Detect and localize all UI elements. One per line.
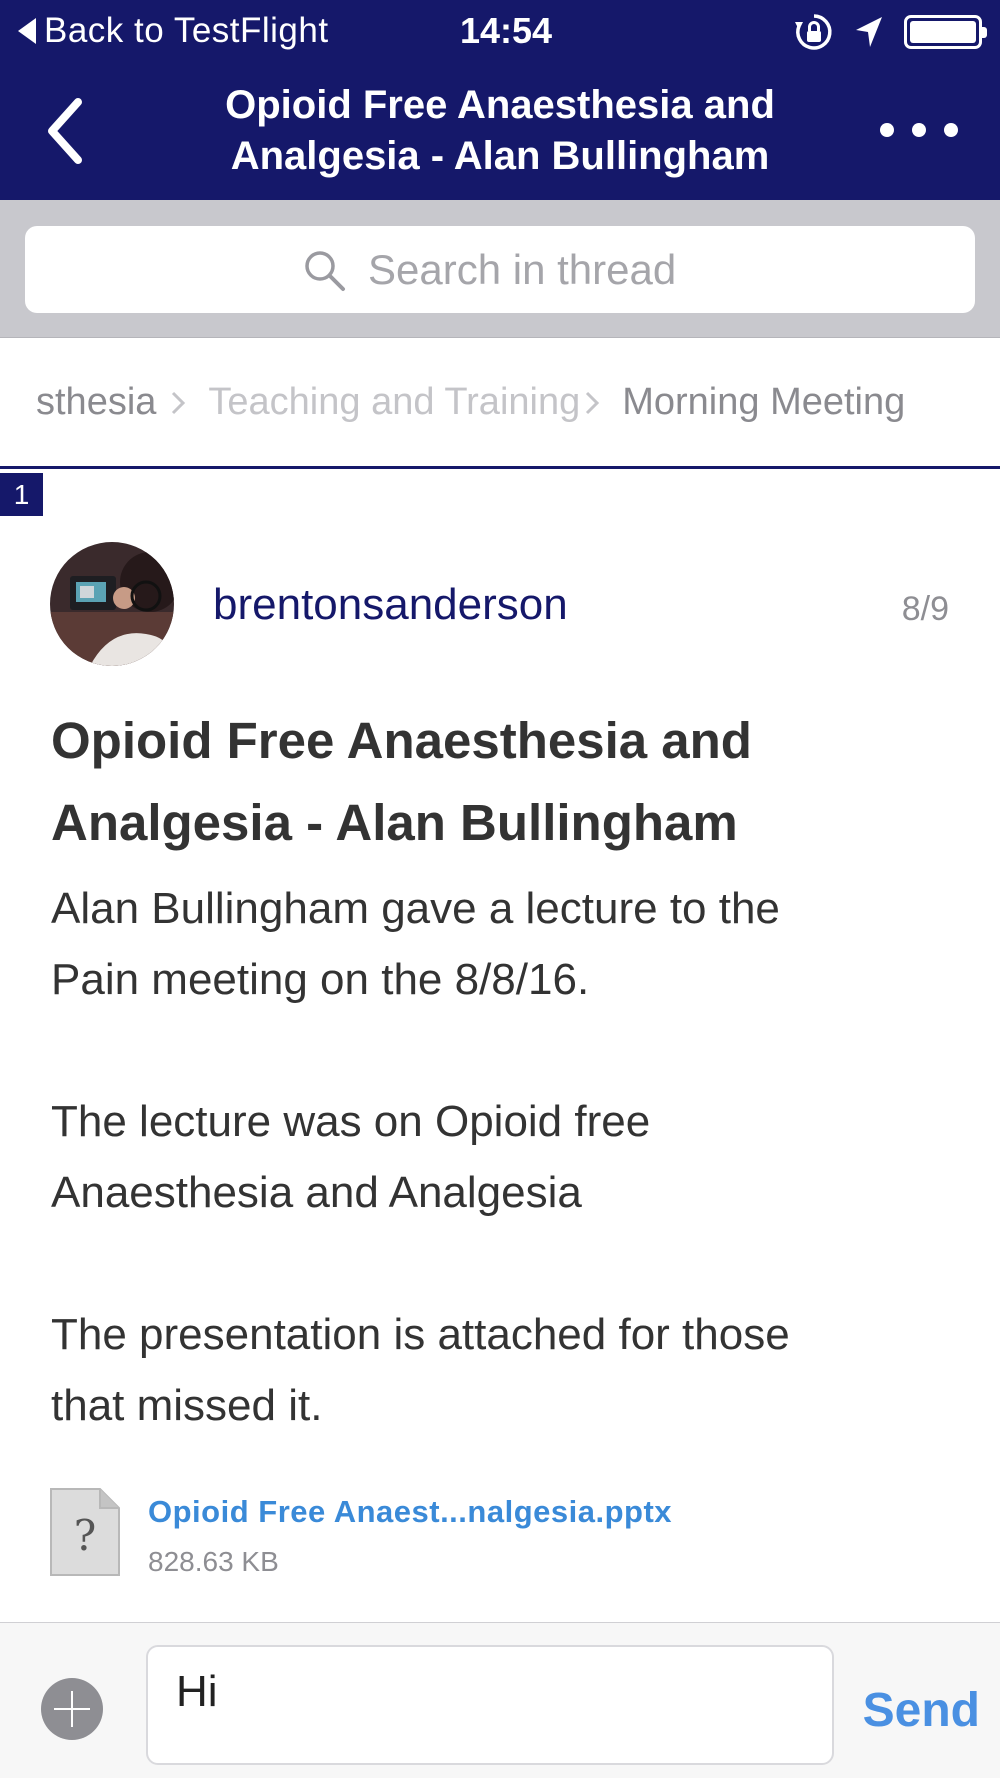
post-paragraph: The presentation is attached for those t… <box>51 1299 951 1441</box>
unknown-file-icon: ? <box>50 1488 120 1576</box>
post-body-line: The lecture was on Opioid free <box>51 1097 651 1146</box>
location-arrow-icon <box>856 17 882 47</box>
breadcrumb-items: sthesia Teaching and Training Morning Me… <box>36 381 905 424</box>
post-body-line: The presentation is attached for those <box>51 1310 790 1359</box>
chevron-right-icon <box>586 391 600 414</box>
post-body-line: that missed it. <box>51 1381 323 1430</box>
post-number-badge: 1 <box>0 473 43 516</box>
more-dots-icon[interactable] <box>878 110 960 150</box>
breadcrumb: sthesia Teaching and Training Morning Me… <box>0 339 1000 469</box>
post-title-line1: Opioid Free Anaesthesia and <box>51 712 752 769</box>
post-body-line: Alan Bullingham gave a lecture to the <box>51 884 780 933</box>
plus-circle-icon[interactable] <box>41 1678 103 1740</box>
chevron-right-icon <box>172 391 186 414</box>
post-username[interactable]: brentonsanderson <box>213 580 568 630</box>
breadcrumb-item-morning-meeting[interactable]: Morning Meeting <box>622 381 905 424</box>
post-body: Alan Bullingham gave a lecture to the Pa… <box>51 873 951 1512</box>
search-icon <box>305 250 345 291</box>
status-bar: Back to TestFlight 14:54 <box>0 0 1000 62</box>
breadcrumb-item-anaesthesia[interactable]: sthesia <box>36 381 156 424</box>
send-button[interactable]: Send <box>863 1683 980 1738</box>
post-paragraph: The lecture was on Opioid free Anaesthes… <box>51 1086 951 1228</box>
status-icons <box>794 12 987 52</box>
search-input[interactable] <box>368 245 698 294</box>
breadcrumb-item-teaching-and-training[interactable]: Teaching and Training <box>208 381 580 424</box>
avatar[interactable] <box>50 542 174 666</box>
search-box[interactable] <box>25 226 975 313</box>
search-area <box>0 200 1000 338</box>
composer: Hi Send <box>0 1622 1000 1778</box>
nav-title-line2: Analgesia - Alan Bullingham <box>230 134 770 178</box>
post-title-line2: Analgesia - Alan Bullingham <box>51 794 738 851</box>
post-paragraph: Alan Bullingham gave a lecture to the Pa… <box>51 873 951 1015</box>
post-body-line: Pain meeting on the 8/8/16. <box>51 955 590 1004</box>
chevron-left-icon[interactable] <box>40 96 100 166</box>
avatar-photo <box>50 542 174 666</box>
message-input[interactable]: Hi <box>146 1645 834 1765</box>
rotation-lock-icon <box>795 14 832 50</box>
post-body-line: Anaesthesia and Analgesia <box>51 1168 582 1217</box>
file-icon-glyph: ? <box>74 1511 97 1560</box>
attachment-file-name[interactable]: Opioid Free Anaest...nalgesia.pptx <box>148 1494 672 1530</box>
battery-icon <box>904 15 987 49</box>
attachment[interactable]: ? Opioid Free Anaest...nalgesia.pptx 828… <box>50 1488 750 1578</box>
post-date: 8/9 <box>901 590 949 628</box>
nav-bar: Opioid Free Anaesthesia and Analgesia - … <box>0 62 1000 200</box>
post-title: Opioid Free Anaesthesia and Analgesia - … <box>51 700 951 864</box>
nav-title-line1: Opioid Free Anaesthesia and <box>225 83 775 127</box>
status-time-text: 14:54 <box>459 10 553 51</box>
attachment-file-size: 828.63 KB <box>148 1546 279 1577</box>
nav-title: Opioid Free Anaesthesia and Analgesia - … <box>150 80 850 182</box>
